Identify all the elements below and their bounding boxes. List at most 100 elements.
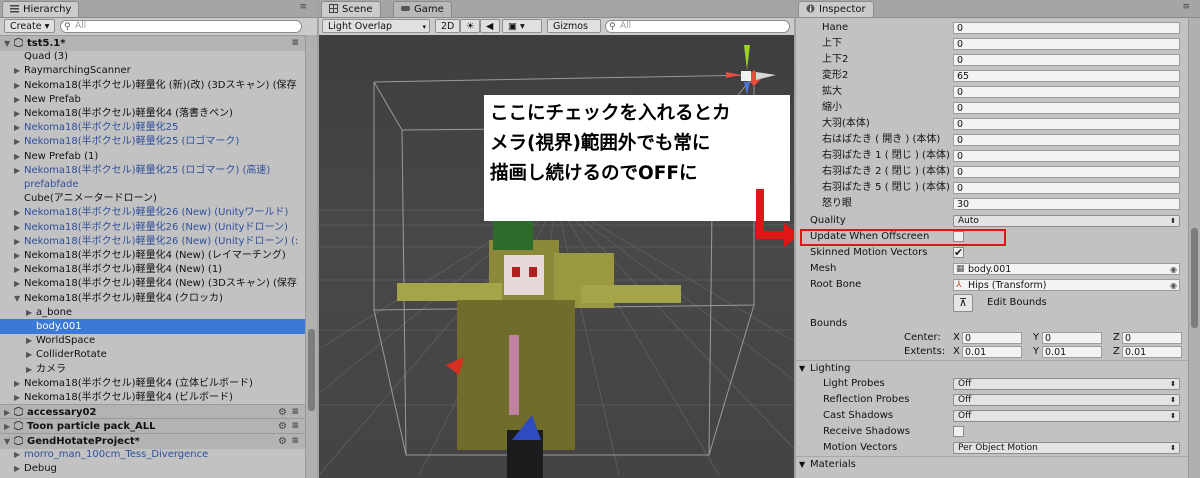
tab-hierarchy[interactable]: Hierarchy — [2, 1, 80, 17]
hierarchy-item[interactable]: ▶ Nekoma18(半ボクセル)軽量化4 (New) (1) — [0, 262, 305, 277]
extents-z-value[interactable]: 0.01 — [1122, 346, 1182, 358]
hierarchy-item[interactable]: body.001 — [0, 319, 305, 334]
blendshape-value-field[interactable]: 0 — [953, 22, 1180, 34]
foldout-closed-icon[interactable]: ▶ — [14, 149, 24, 164]
foldout-closed-icon[interactable]: ▶ — [14, 262, 24, 277]
foldout-closed-icon[interactable]: ▶ — [14, 248, 24, 263]
edit-bounds-button[interactable]: ⊼ — [953, 294, 973, 312]
quality-dropdown[interactable]: Auto ⬍ — [953, 215, 1180, 227]
hierarchy-item[interactable]: ▶ Nekoma18(半ボクセル)軽量化25 — [0, 120, 305, 135]
hierarchy-item[interactable]: ▶ RaymarchingScanner — [0, 63, 305, 78]
foldout-closed-icon[interactable]: ▶ — [14, 63, 24, 78]
extents-y[interactable]: Y 0.01 — [1033, 346, 1113, 358]
reflection-probes-dropdown[interactable]: Off ⬍ — [953, 394, 1180, 406]
create-button[interactable]: Create ▾ — [4, 19, 56, 33]
hierarchy-item[interactable]: ▶ Nekoma18(半ボクセル)軽量化25 (ロゴマーク) — [0, 134, 305, 149]
hierarchy-item[interactable]: ▶ WorldSpace — [0, 333, 305, 348]
hierarchy-search-input[interactable]: ⚲ All — [60, 20, 302, 33]
panel-menu-icon[interactable]: ≡ — [299, 2, 307, 12]
blendshape-value-field[interactable]: 0 — [953, 102, 1180, 114]
object-picker-icon[interactable]: ◉ — [1170, 264, 1177, 275]
foldout-closed-icon[interactable]: ▶ — [26, 362, 36, 377]
inspector-menu-icon[interactable]: ≡ — [1182, 2, 1190, 12]
tab-scene[interactable]: Scene — [321, 1, 381, 17]
tab-game[interactable]: Game — [393, 1, 452, 17]
extents-x[interactable]: X 0.01 — [953, 346, 1033, 358]
blendshape-value-field[interactable]: 65 — [953, 70, 1180, 82]
mode-2d-toggle[interactable]: 2D — [435, 19, 461, 33]
center-y-value[interactable]: 0 — [1042, 332, 1102, 344]
foldout-closed-icon[interactable]: ▶ — [14, 134, 24, 149]
blendshape-value-field[interactable]: 0 — [953, 38, 1180, 50]
hierarchy-item[interactable]: ▶ Nekoma18(半ボクセル)軽量化 (新)(改) (3Dスキャン) (保存 — [0, 78, 305, 93]
hierarchy-item[interactable]: ▶ Nekoma18(半ボクセル)軽量化26 (New) (Unityドローン) — [0, 220, 305, 235]
lighting-section[interactable]: ▼ Lighting — [796, 360, 1188, 377]
effects-dropdown[interactable]: ▣ ▾ — [502, 19, 542, 33]
foldout-closed-icon[interactable]: ▶ — [14, 390, 24, 405]
foldout-closed-icon[interactable]: ▶ — [14, 461, 24, 476]
foldout-closed-icon[interactable]: ▶ — [14, 220, 24, 235]
foldout-closed-icon[interactable]: ▶ — [14, 92, 24, 107]
blendshape-value-field[interactable]: 0 — [953, 182, 1180, 194]
hierarchy-item[interactable]: ▶ Nekoma18(半ボクセル)軽量化4 (ビルボード) — [0, 390, 305, 405]
foldout-closed-icon[interactable]: ▶ — [14, 276, 24, 291]
tab-inspector[interactable]: Inspector — [798, 1, 874, 17]
hierarchy-item[interactable]: ▼ Nekoma18(半ボクセル)軽量化4 (クロッカ) — [0, 291, 305, 306]
foldout-closed-icon[interactable]: ▶ — [14, 205, 24, 220]
gizmos-dropdown[interactable]: Gizmos ▾ — [547, 19, 601, 46]
scene-search-input[interactable]: ⚲ All — [605, 20, 790, 33]
object-picker-icon[interactable]: ◉ — [1170, 280, 1177, 291]
cast-shadows-dropdown[interactable]: Off ⬍ — [953, 410, 1180, 422]
hierarchy-item[interactable]: ▶ Nekoma18(半ボクセル)軽量化4 (New) (3Dスキャン) (保存 — [0, 276, 305, 291]
hierarchy-item[interactable]: ▶ ColliderRotate — [0, 347, 305, 362]
center-x[interactable]: X0 — [953, 332, 1033, 344]
blendshape-value-field[interactable]: 30 — [953, 198, 1180, 210]
blendshape-value-field[interactable]: 0 — [953, 150, 1180, 162]
lighting-toggle[interactable]: ☀ — [460, 19, 480, 33]
hierarchy-item[interactable]: ▶ Nekoma18(半ボクセル)軽量化25 (ロゴマーク) (高速) — [0, 163, 305, 178]
blendshape-value-field[interactable]: 0 — [953, 166, 1180, 178]
mesh-field[interactable]: ▦ body.001 ◉ — [953, 263, 1180, 275]
hierarchy-item[interactable]: ▶ a_bone — [0, 305, 305, 320]
center-z-value[interactable]: 0 — [1122, 332, 1182, 344]
materials-section[interactable]: ▼ Materials — [796, 456, 1188, 473]
hierarchy-item[interactable]: ▶ Nekoma18(半ボクセル)軽量化26 (New) (Unityワールド) — [0, 205, 305, 220]
foldout-closed-icon[interactable]: ▶ — [14, 78, 24, 93]
inspector-scroll-thumb[interactable] — [1191, 228, 1198, 328]
foldout-closed-icon[interactable]: ▶ — [14, 376, 24, 391]
center-x-value[interactable]: 0 — [962, 332, 1022, 344]
scene-viewport[interactable]: ここにチェックを入れるとカ メラ(視界)範囲外でも常に 描画し続けるのでOFFに — [319, 35, 794, 478]
foldout-open-icon[interactable]: ▼ — [14, 291, 24, 306]
audio-toggle[interactable]: ◀ — [480, 19, 500, 33]
hierarchy-scroll-thumb[interactable] — [308, 329, 315, 411]
extents-x-value[interactable]: 0.01 — [962, 346, 1022, 358]
foldout-closed-icon[interactable]: ▶ — [14, 163, 24, 178]
foldout-closed-icon[interactable]: ▶ — [14, 106, 24, 121]
hierarchy-scrollbar[interactable] — [305, 35, 317, 478]
foldout-closed-icon[interactable]: ▶ — [14, 120, 24, 135]
skinned-motion-checkbox[interactable] — [953, 245, 964, 261]
hierarchy-item[interactable]: ▶ New Prefab — [0, 92, 305, 107]
hierarchy-item[interactable]: ▶ Nekoma18(半ボクセル)軽量化26 (New) (Unityドローン) … — [0, 234, 305, 249]
extents-z[interactable]: Z 0.01 — [1113, 346, 1193, 358]
extents-y-value[interactable]: 0.01 — [1042, 346, 1102, 358]
hierarchy-item[interactable]: ▶ Nekoma18(半ボクセル)軽量化4 (立体ビルボード) — [0, 376, 305, 391]
foldout-closed-icon[interactable]: ▶ — [26, 305, 36, 320]
shading-mode-dropdown[interactable]: Light Overlap ▾ — [322, 19, 430, 33]
foldout-closed-icon[interactable]: ▶ — [14, 447, 24, 462]
blendshape-value-field[interactable]: 0 — [953, 54, 1180, 66]
foldout-closed-icon[interactable]: ▶ — [26, 333, 36, 348]
hierarchy-item[interactable]: ▶ morro_man_100cm_Tess_Divergence — [0, 447, 305, 462]
root-bone-field[interactable]: ⅄ Hips (Transform) ◉ — [953, 279, 1180, 291]
hierarchy-item[interactable]: ▶ Nekoma18(半ボクセル)軽量化4 (New) (レイマーチング) — [0, 248, 305, 263]
motion-vectors-dropdown[interactable]: Per Object Motion ⬍ — [953, 442, 1180, 454]
hierarchy-item[interactable]: ▶ Nekoma18(半ボクセル)軽量化4 (落書きペン) — [0, 106, 305, 121]
foldout-closed-icon[interactable]: ▶ — [14, 234, 24, 249]
foldout-closed-icon[interactable]: ▶ — [26, 347, 36, 362]
hierarchy-item[interactable]: Quad (3) — [0, 49, 305, 64]
blendshape-value-field[interactable]: 0 — [953, 86, 1180, 98]
light-probes-dropdown[interactable]: Off ⬍ — [953, 378, 1180, 390]
center-z[interactable]: Z0 — [1113, 332, 1193, 344]
receive-shadows-checkbox[interactable] — [953, 426, 964, 437]
center-y[interactable]: Y0 — [1033, 332, 1113, 344]
